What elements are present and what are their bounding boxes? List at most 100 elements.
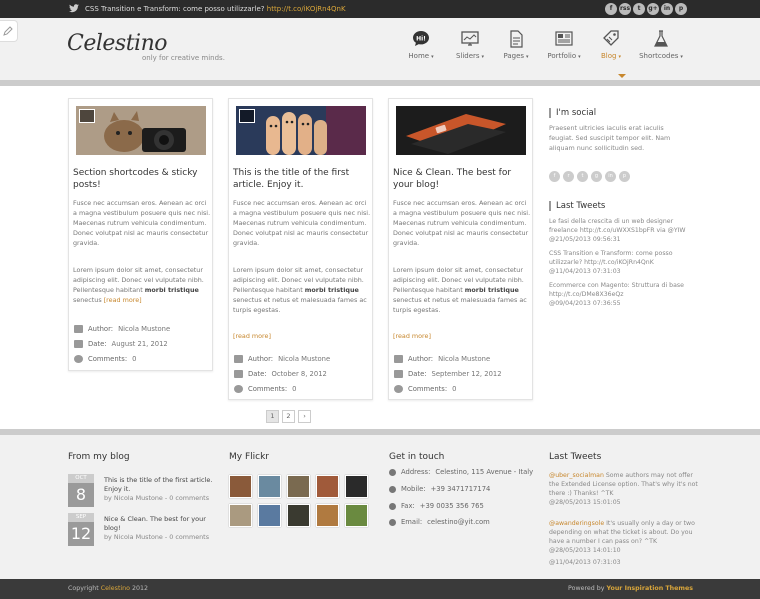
comments-label: Comments: [248,385,288,393]
flickr-photo[interactable] [258,504,281,527]
date-badge: SEP 12 [68,513,94,546]
rss-icon[interactable]: rss [619,3,631,15]
nav-label-sliders: Sliders [455,52,480,60]
edit-tab[interactable] [0,20,18,42]
flickr-photo[interactable] [316,475,339,498]
post-thumbnail[interactable] [236,106,366,155]
excerpt-bold: morbi tristique [464,286,519,294]
post-comments: Comments: 0 [74,355,136,363]
flickr-photo[interactable] [258,475,281,498]
top-social-icons: f rss t g+ in p [605,3,687,15]
read-more-link[interactable]: [read more] [233,331,371,341]
nav-item-portfolio[interactable]: Portfolio ▾ [544,30,584,66]
nav-item-home[interactable]: Hi! Home ▾ [408,30,434,66]
sidebar-tweet: Ecommerce con Magento: Struttura di base… [549,281,694,308]
contact-email-link[interactable]: celestino@yit.com [427,518,490,526]
rss-icon[interactable]: r [563,171,574,182]
calendar-icon [74,340,83,348]
footer-blog-item-title[interactable]: This is the title of the first article. … [104,476,214,494]
footer-flickr-title: My Flickr [229,452,269,462]
tweet-date: @11/04/2013 07:31:03 [549,268,621,275]
post-card: This is the title of the first article. … [228,98,373,400]
post-excerpt: Fusce nec accumsan eros. Aenean ac orci … [233,199,371,247]
pinterest-icon[interactable]: p [675,3,687,15]
tweet-link[interactable]: http://t.co/uWXXS1bpFR via @YIW [580,227,686,234]
facebook-icon[interactable]: f [605,3,617,15]
comments-value: 0 [132,355,137,363]
tweet-link[interactable]: http://t.co/DMe8X36eQz [549,291,624,298]
nav-item-sliders[interactable]: Sliders ▾ [450,30,490,66]
google-plus-icon[interactable]: g+ [647,3,659,15]
nav-item-shortcodes[interactable]: Shortcodes ▾ [636,30,686,66]
flask-icon [654,30,668,47]
post-card: Nice & Clean. The best for your blog! Fu… [388,98,533,400]
author-value: Nicola Mustone [438,355,491,363]
contact-value: +39 0035 356 765 [419,502,484,510]
tweet-handle-link[interactable]: @awanderingsole [549,520,604,527]
page-2-button[interactable]: 2 [282,410,295,423]
post-thumbnail[interactable] [396,106,526,155]
flickr-photo[interactable] [345,475,368,498]
tweet-link[interactable]: http://t.co/iKOjRn4QnK [584,259,654,266]
google-plus-icon[interactable]: g [591,171,602,182]
comment-icon [394,385,403,393]
chevron-down-icon: ▾ [578,54,581,60]
footer-tweets-title: Last Tweets [549,452,602,462]
post-title[interactable]: Nice & Clean. The best for your blog! [393,167,531,191]
flickr-photo[interactable] [345,504,368,527]
sidebar-social-title: I'm social [549,108,596,118]
flickr-photo[interactable] [316,504,339,527]
top-tweet-link[interactable]: http://t.co/iKOjRn4QnK [267,5,346,13]
post-author: Author: Nicola Mustone [74,325,170,333]
post-card: Section shortcodes & sticky posts! Fusce… [68,98,213,371]
pinterest-icon[interactable]: p [619,171,630,182]
logo[interactable]: Celestino [67,31,168,56]
sidebar-social-text: Praesent ultricies iaculis erat iaculis … [549,124,671,152]
twitter-icon[interactable]: t [577,171,588,182]
excerpt-bold: morbi tristique [304,286,359,294]
contact-fax: Fax: +39 0035 356 765 [389,502,484,510]
read-more-link[interactable]: [read more] [104,296,142,304]
post-thumbnail[interactable] [76,106,206,155]
post-excerpt-2: Lorem ipsum dolor sit amet, consectetur … [233,265,371,315]
twitter-icon[interactable]: t [633,3,645,15]
tweet-date: @28/05/2013 15:01:05 [549,499,621,506]
nav-item-blog[interactable]: Blog ▾ [596,30,626,66]
pencil-icon [3,26,13,36]
header-divider [0,80,760,86]
powered-brand-link[interactable]: Your Inspiration Themes [607,585,693,592]
tweet-handle-link[interactable]: @uber_socialman [549,472,604,479]
copyright-prefix: Copyright [68,585,101,592]
footer-blog-item[interactable]: OCT 8 This is the title of the first arti… [68,474,218,510]
nav-label-blog: Blog [601,52,617,60]
linkedin-icon[interactable]: in [661,3,673,15]
post-title[interactable]: This is the title of the first article. … [233,167,371,191]
footer-blog-item-title[interactable]: Nice & Clean. The best for your blog! [104,515,214,533]
page-1-button[interactable]: 1 [266,410,279,423]
nav-item-pages[interactable]: Pages ▾ [500,30,532,66]
flickr-photo[interactable] [229,504,252,527]
tweet-date: @09/04/2013 07:36:55 [549,300,621,307]
footer-blog-item[interactable]: SEP 12 Nice & Clean. The best for your bl… [68,513,218,549]
post-author: Author: Nicola Mustone [394,355,490,363]
flickr-photo[interactable] [287,475,310,498]
sidebar-tweet: CSS Transition e Transform: come posso u… [549,249,694,276]
bottom-bar: Copyright Celestino 2012 Powered by Your… [0,579,760,599]
post-date: Date: August 21, 2012 [74,340,168,348]
contact-label: Mobile: [401,485,426,493]
copyright-brand-link[interactable]: Celestino [101,585,130,592]
flickr-photo[interactable] [229,475,252,498]
chevron-down-icon: ▾ [431,54,434,60]
post-excerpt-2: Lorem ipsum dolor sit amet, consectetur … [393,265,531,315]
facebook-icon[interactable]: f [549,171,560,182]
finger-faces-image [236,106,366,155]
author-icon [234,355,243,363]
read-more-link[interactable]: [read more] [393,331,531,341]
portfolio-icon [555,31,573,46]
post-title[interactable]: Section shortcodes & sticky posts! [73,167,211,191]
linkedin-icon[interactable]: in [605,171,616,182]
next-page-button[interactable]: › [298,410,311,423]
flickr-photo[interactable] [287,504,310,527]
phone-icon [389,485,396,493]
chevron-down-icon: ▾ [526,54,529,60]
